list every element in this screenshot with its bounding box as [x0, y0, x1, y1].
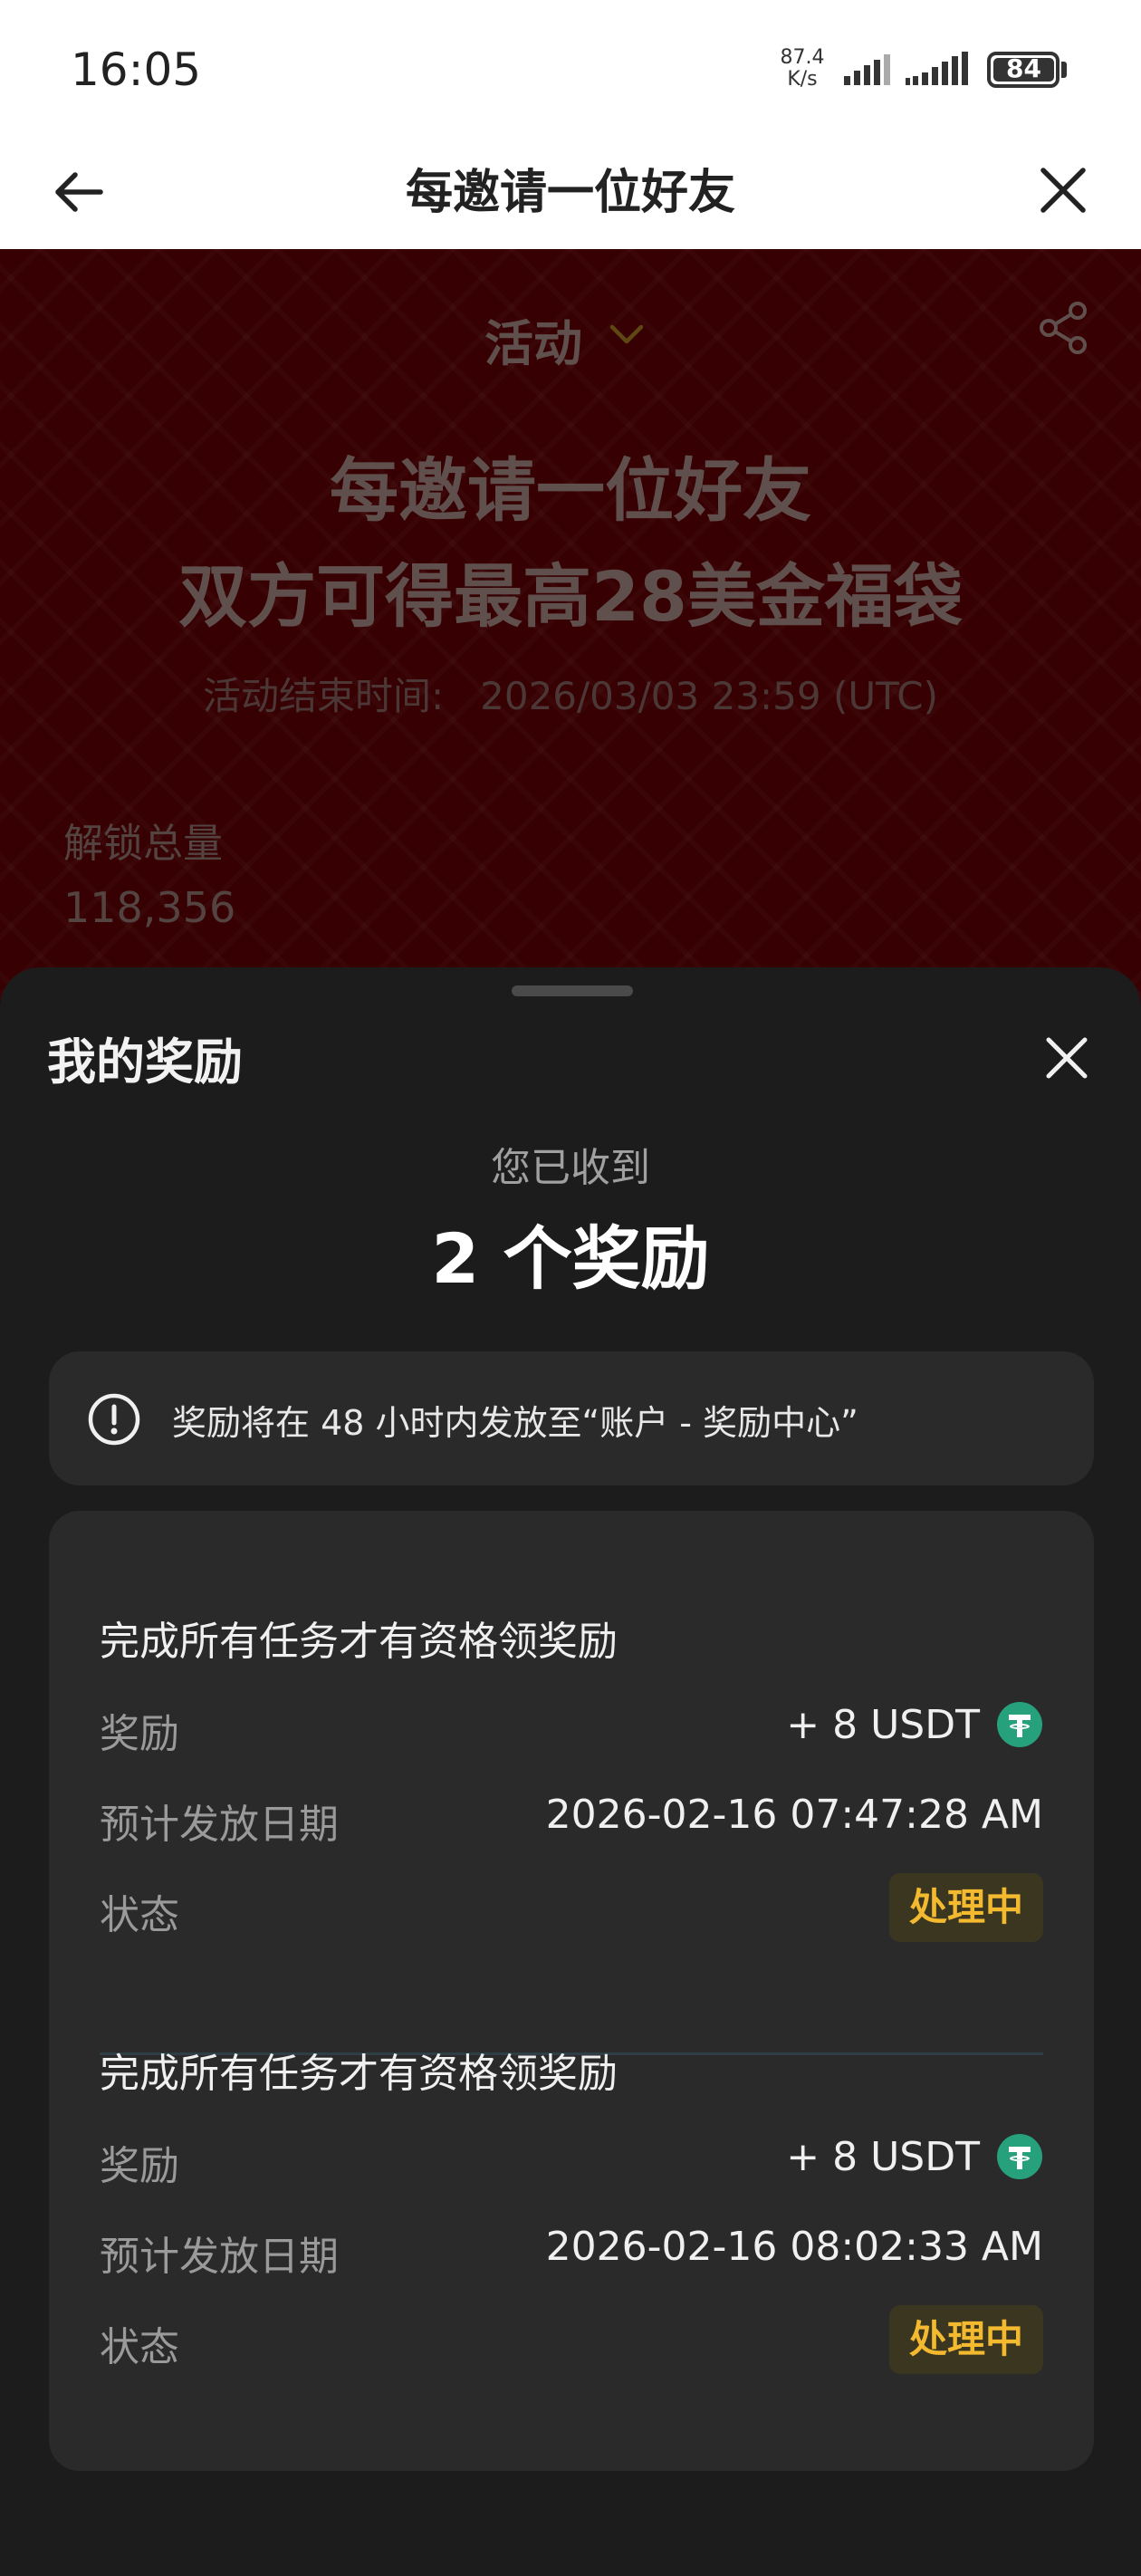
sheet-drag-handle[interactable] [512, 985, 633, 996]
network-speed-unit: K/s [787, 68, 818, 91]
reward-date-value: 2026-02-16 08:02:33 AM [545, 2224, 1043, 2270]
sheet-title: 我的奖励 [47, 1033, 243, 1091]
reward-amount: + 8 USDT [786, 2133, 1043, 2180]
reward-amount-value: + 8 USDT [786, 2133, 980, 2180]
reward-notice: 奖励将在 48 小时内发放至“账户 - 奖励中心” [49, 1351, 1094, 1485]
my-rewards-sheet: 我的奖励 您已收到 2 个奖励 奖励将在 48 小时内发放至“账户 - 奖励中心… [0, 967, 1141, 2576]
notice-text: 奖励将在 48 小时内发放至“账户 - 奖励中心” [172, 1403, 858, 1443]
rewards-card: 完成所有任务才有资格领奖励 奖励 + 8 USDT 预计发放日期 2026-02… [49, 1511, 1094, 2471]
info-icon [88, 1393, 140, 1446]
reward-amount-row: 奖励 + 8 USDT [100, 1692, 1043, 1764]
reward-title: 完成所有任务才有资格领奖励 [100, 2051, 618, 2097]
reward-amount-label: 奖励 [100, 1711, 179, 1757]
network-speed: 87.4 K/s [777, 47, 828, 91]
reward-title: 完成所有任务才有资格领奖励 [100, 1619, 618, 1665]
reward-status-label: 状态 [100, 1892, 179, 1938]
usdt-icon [997, 1702, 1042, 1747]
reward-date-label: 预计发放日期 [100, 1802, 339, 1848]
reward-amount: + 8 USDT [786, 1701, 1043, 1748]
reward-amount-label: 奖励 [100, 2143, 179, 2189]
signal-icon [844, 54, 890, 85]
status-badge: 处理中 [888, 2305, 1043, 2374]
reward-item: 完成所有任务才有资格领奖励 奖励 + 8 USDT 预计发放日期 2026-02… [49, 2041, 1094, 2466]
status-time: 16:05 [71, 43, 202, 96]
reward-amount-row: 奖励 + 8 USDT [100, 2124, 1043, 2196]
reward-status-row: 状态 处理中 [100, 2305, 1043, 2378]
app-screen: 16:05 87.4 K/s 84 每邀请一位好友 活动 每邀请一位好友 双方可… [0, 0, 1141, 2576]
page-title: 每邀请一位好友 [405, 166, 735, 220]
received-label: 您已收到 [491, 1145, 650, 1191]
reward-status-label: 状态 [100, 2324, 179, 2370]
signal-icon [906, 52, 968, 85]
network-speed-value: 87.4 [780, 46, 825, 69]
status-badge: 处理中 [888, 1873, 1043, 1942]
top-nav-bar: 每邀请一位好友 [0, 136, 1141, 249]
battery-icon: 84 [987, 52, 1060, 88]
battery-level: 84 [1006, 53, 1041, 83]
usdt-icon [997, 2134, 1042, 2179]
reward-date-value: 2026-02-16 07:47:28 AM [545, 1792, 1043, 1838]
close-icon[interactable] [1041, 1033, 1092, 1083]
status-bar: 16:05 87.4 K/s 84 [0, 0, 1141, 136]
reward-amount-value: + 8 USDT [786, 1701, 980, 1748]
reward-date-row: 预计发放日期 2026-02-16 07:47:28 AM [100, 1783, 1043, 1855]
reward-date-row: 预计发放日期 2026-02-16 08:02:33 AM [100, 2215, 1043, 2287]
close-icon[interactable] [1034, 161, 1092, 219]
reward-item: 完成所有任务才有资格领奖励 奖励 + 8 USDT 预计发放日期 2026-02… [49, 1609, 1094, 2034]
received-count: 2 个奖励 [431, 1218, 710, 1299]
reward-status-row: 状态 处理中 [100, 1873, 1043, 1946]
reward-date-label: 预计发放日期 [100, 2234, 339, 2280]
